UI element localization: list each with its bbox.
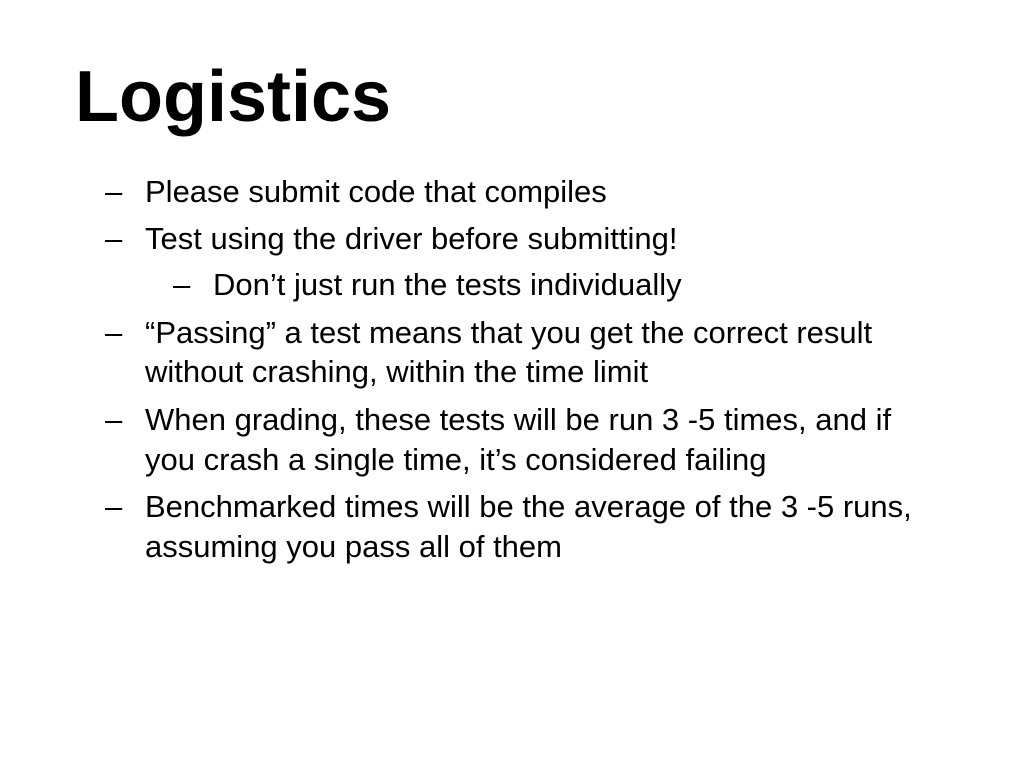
- slide: Logistics Please submit code that compil…: [0, 0, 1024, 768]
- bullet-item: Please submit code that compiles: [105, 172, 949, 212]
- bullet-item: When grading, these tests will be run 3 …: [105, 400, 949, 479]
- sub-bullet-text: Don’t just run the tests individually: [213, 267, 682, 302]
- bullet-text: “Passing” a test means that you get the …: [145, 315, 872, 390]
- bullet-item: Test using the driver before submitting!…: [105, 219, 949, 304]
- bullet-text: Test using the driver before submitting!: [145, 221, 677, 256]
- bullet-text: Please submit code that compiles: [145, 174, 607, 209]
- bullet-list: Please submit code that compiles Test us…: [75, 172, 949, 567]
- sub-bullet-item: Don’t just run the tests individually: [173, 265, 949, 305]
- slide-title: Logistics: [75, 60, 949, 136]
- bullet-text: When grading, these tests will be run 3 …: [145, 402, 891, 477]
- bullet-item: Benchmarked times will be the average of…: [105, 487, 949, 566]
- bullet-item: “Passing” a test means that you get the …: [105, 313, 949, 392]
- sub-bullet-list: Don’t just run the tests individually: [145, 265, 949, 305]
- bullet-text: Benchmarked times will be the average of…: [145, 489, 912, 564]
